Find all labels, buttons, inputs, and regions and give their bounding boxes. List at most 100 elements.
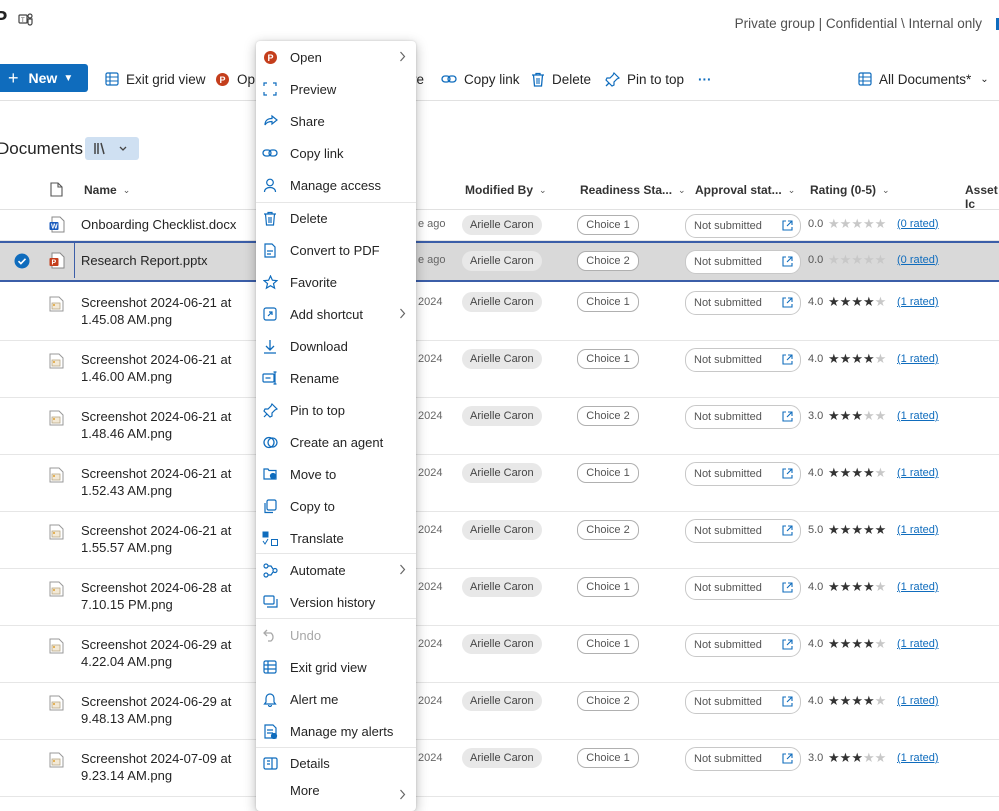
- share-item[interactable]: Share: [256, 106, 416, 136]
- open-button[interactable]: P Op: [215, 70, 255, 88]
- row-checked-icon[interactable]: [14, 253, 30, 269]
- readiness-choice[interactable]: Choice 1: [577, 349, 639, 369]
- readiness-choice[interactable]: Choice 1: [577, 577, 639, 597]
- readiness-choice[interactable]: Choice 1: [577, 634, 639, 654]
- modified-by-pill[interactable]: Arielle Caron: [462, 292, 542, 312]
- star-rating[interactable]: ★★★★★: [828, 466, 886, 480]
- readiness-choice[interactable]: Choice 1: [577, 463, 639, 483]
- star-icon[interactable]: ★: [863, 408, 875, 423]
- readiness-choice[interactable]: Choice 2: [577, 691, 639, 711]
- star-icon[interactable]: ★: [828, 252, 840, 267]
- rated-count-link[interactable]: (1 rated): [897, 353, 939, 365]
- approval-status[interactable]: Not submitted: [685, 249, 801, 274]
- rename-item[interactable]: Rename: [256, 363, 416, 393]
- exit-grid-view-item[interactable]: Exit grid view: [256, 652, 416, 682]
- star-rating[interactable]: ★★★★★: [828, 580, 886, 594]
- open-external-icon[interactable]: [782, 582, 793, 593]
- open-external-icon[interactable]: [782, 354, 793, 365]
- approval-status[interactable]: Not submitted: [685, 405, 801, 429]
- star-icon[interactable]: ★: [851, 408, 863, 423]
- star-rating[interactable]: ★★★★★: [828, 352, 886, 366]
- approval-status[interactable]: Not submitted: [685, 291, 801, 315]
- view-selector[interactable]: All Documents* ⌄: [858, 70, 989, 88]
- star-rating[interactable]: ★★★★★: [828, 694, 886, 708]
- star-icon[interactable]: ★: [828, 579, 840, 594]
- delete-button[interactable]: Delete: [531, 70, 591, 88]
- approval-status[interactable]: Not submitted: [685, 576, 801, 600]
- file-name[interactable]: Screenshot 2024-07-09 at 9.23.14 AM.png: [81, 750, 251, 784]
- preview-item[interactable]: Preview: [256, 74, 416, 104]
- star-icon[interactable]: ★: [875, 252, 887, 267]
- star-icon[interactable]: ★: [828, 522, 840, 537]
- file-name[interactable]: Screenshot 2024-06-28 at 7.10.15 PM.png: [81, 579, 251, 613]
- approval-status[interactable]: Not submitted: [685, 348, 801, 372]
- star-icon[interactable]: ★: [863, 351, 875, 366]
- readiness-choice[interactable]: Choice 1: [577, 748, 639, 768]
- star-icon[interactable]: ★: [851, 522, 863, 537]
- rated-count-link[interactable]: (1 rated): [897, 296, 939, 308]
- star-icon[interactable]: ★: [828, 294, 840, 309]
- modified-by-pill[interactable]: Arielle Caron: [462, 463, 542, 483]
- star-icon[interactable]: ★: [851, 252, 863, 267]
- modified-by-pill[interactable]: Arielle Caron: [462, 691, 542, 711]
- modified-by-pill[interactable]: Arielle Caron: [462, 520, 542, 540]
- star-icon[interactable]: ★: [840, 408, 852, 423]
- rated-count-link[interactable]: (1 rated): [897, 467, 939, 479]
- pin-to-top-item[interactable]: Pin to top: [256, 395, 416, 425]
- star-icon[interactable]: ★: [875, 579, 887, 594]
- open-external-icon[interactable]: [782, 639, 793, 650]
- star-icon[interactable]: ★: [851, 693, 863, 708]
- readiness-choice[interactable]: Choice 2: [577, 406, 639, 426]
- open-external-icon[interactable]: [782, 219, 793, 231]
- delete-item[interactable]: Delete: [256, 203, 416, 233]
- manage-my-alerts-item[interactable]: Manage my alerts: [256, 716, 416, 746]
- rated-count-link[interactable]: (1 rated): [897, 581, 939, 593]
- file-name[interactable]: Research Report.pptx: [81, 252, 251, 269]
- manage-access-item[interactable]: Manage access: [256, 170, 416, 200]
- readiness-choice[interactable]: Choice 2: [577, 250, 639, 271]
- pin-to-top-button[interactable]: Pin to top: [605, 70, 684, 88]
- open-item[interactable]: P Open: [256, 42, 416, 72]
- create-agent-item[interactable]: Create an agent: [256, 427, 416, 457]
- star-icon[interactable]: ★: [828, 216, 840, 231]
- star-rating[interactable]: ★★★★★: [828, 295, 886, 309]
- open-external-icon[interactable]: [782, 255, 793, 267]
- favorite-item[interactable]: Favorite: [256, 267, 416, 297]
- column-header-name[interactable]: Name ⌄: [84, 183, 130, 197]
- star-rating[interactable]: ★★★★★: [828, 216, 886, 231]
- approval-status[interactable]: Not submitted: [685, 747, 801, 771]
- rated-count-link[interactable]: (1 rated): [897, 524, 939, 536]
- star-icon[interactable]: ★: [840, 252, 852, 267]
- star-icon[interactable]: ★: [863, 579, 875, 594]
- copy-link-item[interactable]: Copy link: [256, 138, 416, 168]
- rated-count-link[interactable]: (0 rated): [897, 254, 939, 266]
- move-to-item[interactable]: Move to: [256, 459, 416, 489]
- star-icon[interactable]: ★: [840, 579, 852, 594]
- rated-count-link[interactable]: (1 rated): [897, 695, 939, 707]
- star-icon[interactable]: ★: [863, 693, 875, 708]
- copy-link-button[interactable]: Copy link: [441, 70, 520, 88]
- convert-to-pdf-item[interactable]: Convert to PDF: [256, 235, 416, 265]
- star-icon[interactable]: ★: [840, 216, 852, 231]
- more-item[interactable]: More: [256, 780, 416, 801]
- file-name[interactable]: Screenshot 2024-06-21 at 1.45.08 AM.png: [81, 294, 251, 328]
- readiness-choice[interactable]: Choice 1: [577, 292, 639, 312]
- file-type-icon[interactable]: [50, 182, 63, 197]
- star-icon[interactable]: ★: [840, 693, 852, 708]
- column-header-approval[interactable]: Approval stat... ⌄: [695, 183, 795, 197]
- star-rating[interactable]: ★★★★★: [828, 252, 887, 267]
- star-icon[interactable]: ★: [851, 750, 863, 765]
- star-icon[interactable]: ★: [828, 465, 840, 480]
- site-logo[interactable]: P: [0, 8, 7, 31]
- readiness-choice[interactable]: Choice 1: [577, 214, 639, 235]
- rated-count-link[interactable]: (1 rated): [897, 752, 939, 764]
- library-view-button[interactable]: [85, 137, 139, 160]
- open-external-icon[interactable]: [782, 525, 793, 536]
- star-icon[interactable]: ★: [875, 408, 887, 423]
- download-item[interactable]: Download: [256, 331, 416, 361]
- star-icon[interactable]: ★: [840, 294, 852, 309]
- open-external-icon[interactable]: [782, 696, 793, 707]
- star-icon[interactable]: ★: [863, 636, 875, 651]
- column-header-rating[interactable]: Rating (0-5) ⌄: [810, 183, 890, 197]
- star-icon[interactable]: ★: [840, 522, 852, 537]
